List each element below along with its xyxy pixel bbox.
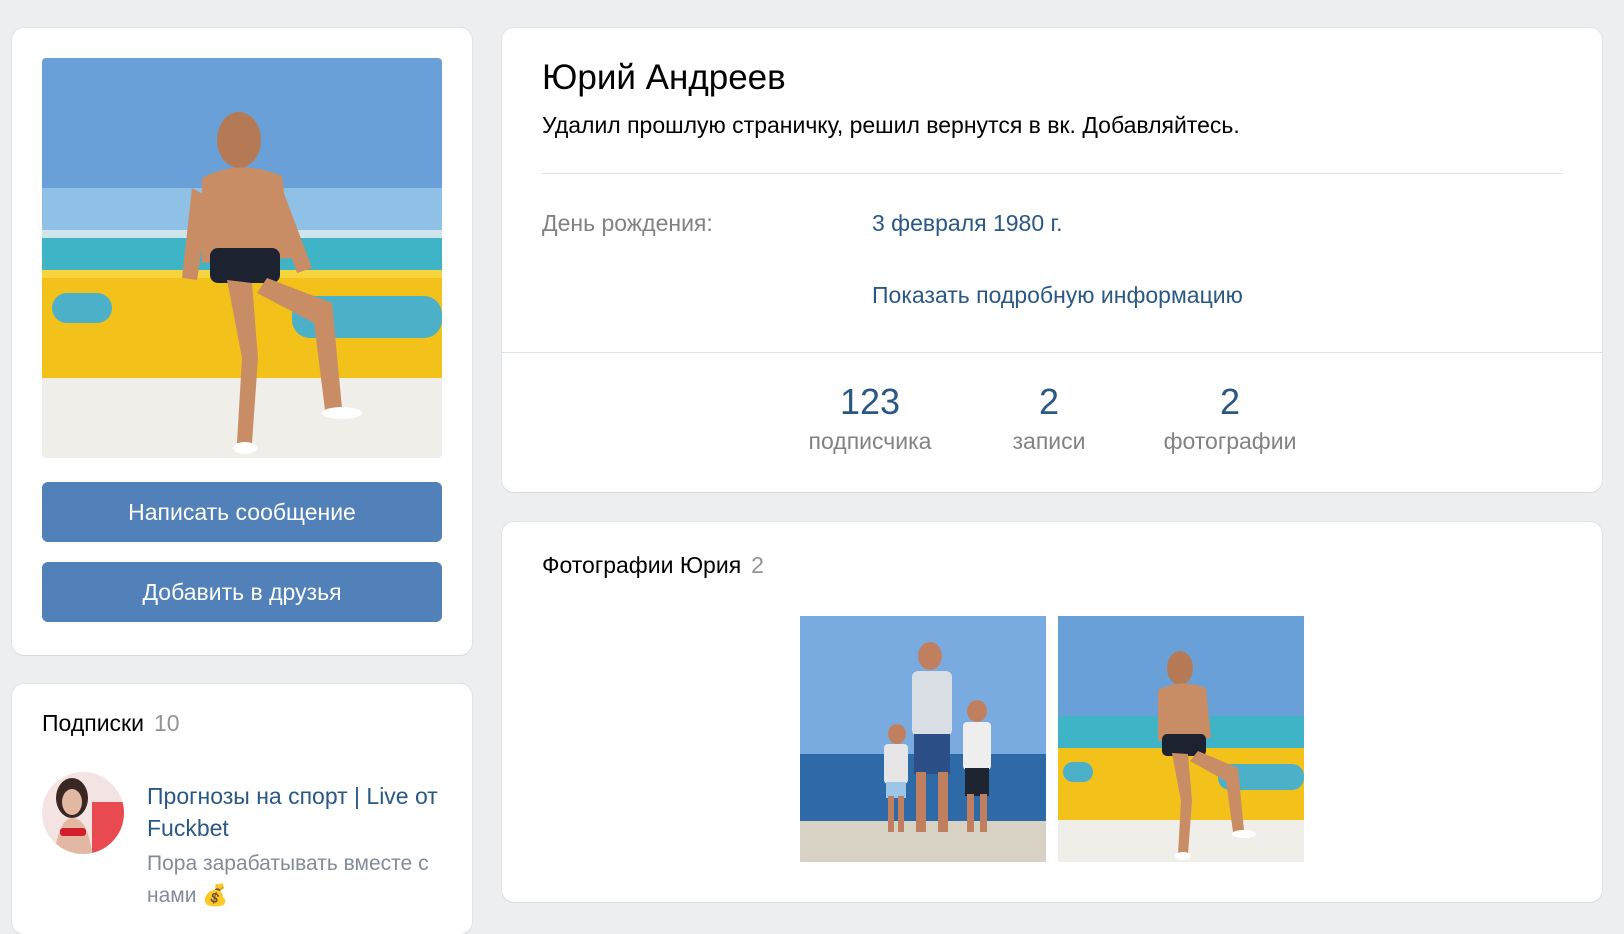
photos-card: Фотографии Юрия 2 — [502, 522, 1602, 902]
subscription-description: Пора зарабатывать вместе с нами 💰 — [147, 852, 429, 907]
subscriptions-header[interactable]: Подписки 10 — [42, 710, 180, 737]
photos-header[interactable]: Фотографии Юрия 2 — [542, 552, 764, 579]
counter-label: записи — [1012, 428, 1086, 454]
profile-name: Юрий Андреев — [542, 58, 786, 97]
birthday-label: День рождения: — [542, 210, 713, 236]
subscription-name-link[interactable]: Прогнозы на спорт | Live от Fuckbet — [147, 780, 447, 844]
show-more-info-link[interactable]: Показать подробную информацию — [872, 282, 1243, 309]
profile-photo-card: Написать сообщение Добавить в друзья — [12, 28, 472, 655]
counter-label: подписчика — [808, 428, 932, 454]
profile-info-card: Юрий Андреев Удалил прошлую страничку, р… — [502, 28, 1602, 492]
counter-posts[interactable]: 2 записи — [949, 380, 1149, 458]
send-message-button[interactable]: Написать сообщение — [42, 482, 442, 542]
counter-value: 2 — [1219, 381, 1241, 422]
counter-value: 2 — [1038, 381, 1060, 422]
counter-label: фотографии — [1163, 428, 1297, 454]
subscriptions-count: 10 — [153, 710, 180, 736]
profile-avatar-photo[interactable] — [42, 58, 442, 458]
photo-thumbnail[interactable] — [1058, 616, 1304, 862]
photos-title: Фотографии Юрия — [542, 552, 742, 578]
add-friend-button[interactable]: Добавить в друзья — [42, 562, 442, 622]
photo-thumbnail[interactable] — [800, 616, 1046, 862]
profile-status: Удалил прошлую страничку, решил вернутся… — [542, 112, 1240, 138]
counter-value: 123 — [839, 381, 901, 422]
counter-photos[interactable]: 2 фотографии — [1130, 380, 1330, 458]
counter-followers[interactable]: 123 подписчика — [770, 380, 970, 458]
subscription-avatar[interactable] — [42, 772, 124, 854]
divider — [502, 352, 1602, 353]
birthday-value-link[interactable]: 3 февраля 1980 г. — [872, 210, 1063, 237]
photos-count: 2 — [751, 552, 764, 578]
divider — [542, 173, 1562, 174]
subscriptions-card: Подписки 10 Прогнозы на спорт | Live от F… — [12, 684, 472, 934]
subscriptions-title: Подписки — [42, 710, 144, 736]
